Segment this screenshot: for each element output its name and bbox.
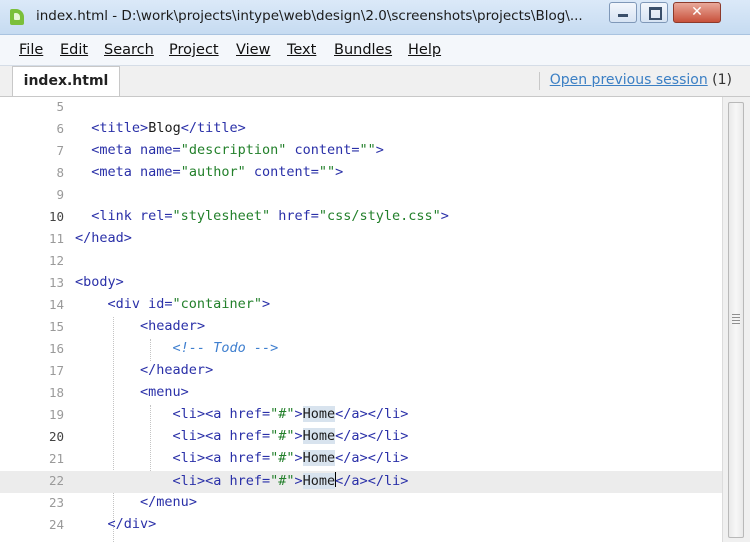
line-number: 7: [56, 143, 64, 158]
tab-bar: index.html Open previous session (1): [0, 66, 750, 97]
line-code: <meta name="description" content="">: [91, 142, 384, 158]
code-editor[interactable]: 5 6 <title>Blog</title> 7 <meta name="de…: [0, 97, 722, 542]
line-code: <body>: [75, 274, 124, 290]
grip-line: [732, 317, 740, 318]
line-number: 21: [48, 451, 64, 466]
maximize-button[interactable]: [640, 2, 668, 23]
close-button[interactable]: ✕: [673, 2, 721, 23]
code-line: 13 <body>: [0, 273, 722, 295]
scrollbar-thumb[interactable]: [728, 102, 744, 538]
code-line: 24 </div>: [0, 515, 722, 537]
grip-line: [732, 320, 740, 321]
line-number: 13: [48, 275, 64, 290]
code-line-current: 22 <li><a href="#">Home</a></li>: [0, 471, 722, 493]
code-line: 17 </header>: [0, 361, 722, 383]
line-code: </div>: [107, 516, 157, 532]
line-number: 18: [48, 385, 64, 400]
tab-index-html[interactable]: index.html: [12, 66, 120, 96]
line-code: <li><a href="#">Home</a></li>: [172, 428, 409, 444]
code-line: 14 <div id="container">: [0, 295, 722, 317]
menu-text[interactable]: Text: [287, 42, 316, 58]
code-line: 18 <menu>: [0, 383, 722, 405]
title-bar: index.html - D:\work\projects\intype\web…: [0, 0, 750, 35]
vertical-scrollbar[interactable]: [722, 97, 750, 542]
tab-bar-divider: [539, 72, 540, 90]
line-number: 23: [48, 495, 64, 510]
line-code: <li><a href="#">Home</a></li>: [172, 406, 409, 422]
line-number: 20: [48, 429, 64, 444]
line-code: <title>Blog</title>: [91, 120, 246, 136]
line-code: <menu>: [140, 384, 189, 400]
line-code: </header>: [140, 362, 214, 378]
tab-label: index.html: [23, 73, 109, 89]
line-number: 12: [48, 253, 64, 268]
line-number: 15: [48, 319, 64, 334]
menu-view-label: View: [236, 42, 271, 58]
line-code: <li><a href="#">Home</a></li>: [172, 450, 409, 466]
line-code: <!-- Todo -->: [172, 340, 279, 356]
code-line: 20 <li><a href="#">Home</a></li>: [0, 427, 722, 449]
menu-edit[interactable]: Edit: [60, 42, 88, 58]
line-number: 6: [56, 121, 64, 136]
menu-file[interactable]: File: [19, 42, 43, 58]
line-code: <div id="container">: [107, 296, 271, 312]
line-code: <li><a href="#">Home</a></li>: [172, 472, 409, 489]
open-previous-session-link[interactable]: Open previous session: [550, 72, 708, 88]
app-icon: [10, 9, 24, 25]
line-number: 11: [48, 231, 64, 246]
menu-view[interactable]: View: [236, 42, 270, 58]
session-count: (1): [712, 72, 732, 88]
menu-bar: File Edit Search Project View Text Bundl…: [0, 35, 750, 66]
menu-file-label: File: [19, 42, 44, 58]
code-line: 16 <!-- Todo -->: [0, 339, 722, 361]
code-line: 8 <meta name="author" content="">: [0, 163, 722, 185]
menu-help[interactable]: Help: [408, 42, 441, 58]
code-line: 12: [0, 251, 722, 273]
code-line: 11 </head>: [0, 229, 722, 251]
previous-session: Open previous session (1): [550, 72, 732, 88]
line-number: 10: [48, 209, 64, 224]
line-code: <meta name="author" content="">: [91, 164, 344, 180]
line-number: 24: [48, 517, 64, 532]
line-number: 8: [56, 165, 64, 180]
code-line: 23 </menu>: [0, 493, 722, 515]
grip-line: [732, 314, 740, 315]
line-number: 14: [48, 297, 64, 312]
line-number: 19: [48, 407, 64, 422]
code-line: 19 <li><a href="#">Home</a></li>: [0, 405, 722, 427]
menu-search-label: Search: [104, 42, 154, 58]
line-code: <header>: [140, 318, 206, 334]
menu-bundles[interactable]: Bundles: [334, 42, 392, 58]
menu-bundles-label: Bundles: [334, 42, 393, 58]
code-line: 15 <header>: [0, 317, 722, 339]
line-number: 16: [48, 341, 64, 356]
code-line: 10 <link rel="stylesheet" href="css/styl…: [0, 207, 722, 229]
code-line: 21 <li><a href="#">Home</a></li>: [0, 449, 722, 471]
code-line: 7 <meta name="description" content="">: [0, 141, 722, 163]
code-line: 5: [0, 97, 722, 119]
line-number: 22: [48, 473, 64, 488]
menu-help-label: Help: [408, 42, 442, 58]
menu-edit-label: Edit: [60, 42, 89, 58]
minimize-icon: [618, 14, 628, 17]
minimize-button[interactable]: [609, 2, 637, 23]
line-code: </menu>: [140, 494, 197, 510]
menu-project[interactable]: Project: [169, 42, 219, 58]
grip-line: [732, 323, 740, 324]
menu-search[interactable]: Search: [104, 42, 154, 58]
line-code: <link rel="stylesheet" href="css/style.c…: [91, 208, 449, 224]
close-icon: ✕: [691, 4, 703, 20]
window-title: index.html - D:\work\projects\intype\web…: [36, 8, 583, 24]
line-number: 17: [48, 363, 64, 378]
menu-text-label: Text: [287, 42, 317, 58]
code-line: 6 <title>Blog</title>: [0, 119, 722, 141]
line-code: </head>: [75, 230, 132, 246]
menu-project-label: Project: [169, 42, 219, 58]
line-number: 9: [56, 187, 64, 202]
code-line: 9: [0, 185, 722, 207]
line-number: 5: [56, 99, 64, 114]
maximize-icon: [649, 7, 662, 20]
